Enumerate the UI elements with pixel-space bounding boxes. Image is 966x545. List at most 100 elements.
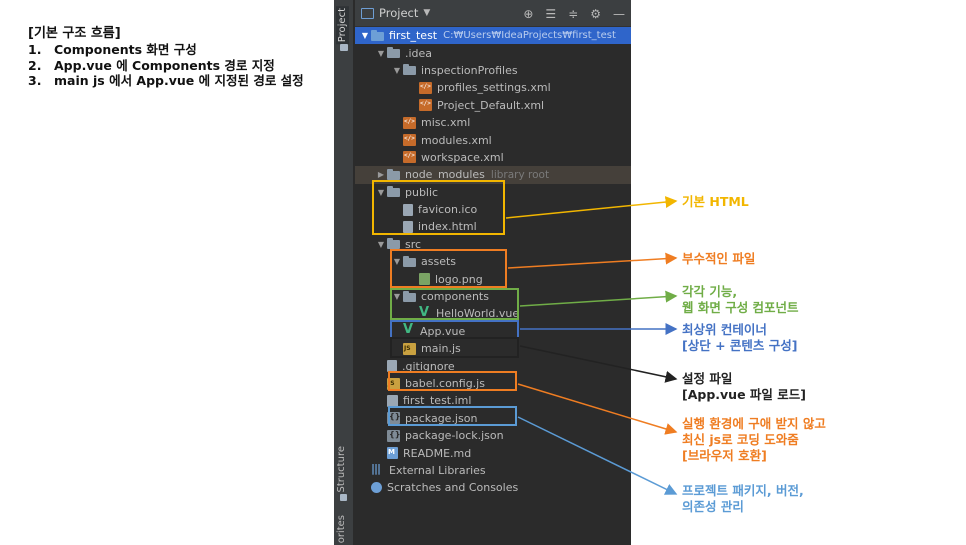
chevron-down-icon[interactable]: ▼ (391, 66, 403, 75)
chevron-right-icon[interactable]: ▶ (375, 170, 387, 179)
tree-row-label: misc.xml (421, 116, 471, 130)
project-path: C:₩Users₩IdeaProjects₩first_test (443, 30, 616, 42)
tree-row[interactable]: ▶ node_modules library root (355, 166, 631, 184)
tree-row[interactable]: Project_Default.xml (355, 97, 631, 114)
tree-row[interactable]: ▼ src (355, 236, 631, 253)
tree-row-label: README.md (403, 446, 472, 460)
vue-file-icon (419, 305, 431, 320)
tree-row[interactable]: package.json (355, 410, 631, 427)
tree-row[interactable]: package-lock.json (355, 427, 631, 444)
annotation-assets: 부수적인 파일 (682, 251, 756, 266)
project-view-icon (361, 7, 374, 19)
annotation-package: 프로젝트 패키지, 버전, 의존성 관리 (682, 483, 804, 514)
tree-row-label: workspace.xml (421, 150, 504, 164)
folder-icon (387, 186, 400, 198)
markdown-file-icon (387, 447, 398, 460)
project-tree: ▼ first_test C:₩Users₩IdeaProjects₩first_t… (355, 27, 631, 497)
structure-icon (340, 494, 347, 501)
structure-tool-tab[interactable]: Structure (336, 446, 347, 493)
notes-item: 2. App.vue 에 Components 경로 지정 (28, 57, 275, 73)
tree-row-label: External Libraries (389, 463, 486, 477)
chevron-down-icon[interactable]: ▼ (375, 188, 387, 197)
tree-row-label: first_test (389, 29, 438, 43)
tree-row-label: public (405, 185, 439, 199)
tree-row[interactable]: ▼ components (355, 288, 631, 305)
folder-icon (403, 64, 416, 76)
tree-row[interactable]: main.js (355, 340, 631, 357)
tree-row-label: node_modules (405, 168, 485, 182)
tree-row[interactable]: babel.config.js (355, 375, 631, 392)
tree-row-label: logo.png (435, 272, 483, 286)
tree-row[interactable]: .gitignore (355, 357, 631, 374)
tree-row[interactable]: misc.xml (355, 114, 631, 131)
tree-row-label: package.json (405, 411, 478, 425)
tree-row-label: inspectionProfiles (421, 63, 518, 77)
chevron-down-icon[interactable]: ▼ (375, 49, 387, 58)
tree-row-label: components (421, 290, 489, 304)
tree-row[interactable]: favicon.ico (355, 201, 631, 218)
xml-file-icon (403, 116, 416, 129)
tree-row[interactable]: README.md (355, 444, 631, 461)
tree-row-label: modules.xml (421, 133, 492, 147)
tree-row[interactable]: External Libraries (355, 462, 631, 479)
tree-row[interactable]: ▼ first_test C:₩Users₩IdeaProjects₩first_t… (355, 27, 631, 45)
annotation-app-vue: 최상위 컨테이너 [상단 + 콘텐츠 구성] (682, 322, 798, 353)
tree-row[interactable]: index.html (355, 218, 631, 235)
folder-icon (403, 290, 416, 302)
chevron-down-icon[interactable]: ▼ (423, 8, 430, 18)
scratches-icon (371, 482, 382, 494)
view-selector[interactable]: Project (379, 6, 418, 20)
json-file-icon (387, 429, 400, 442)
xml-file-icon (403, 151, 416, 164)
project-tool-tab[interactable]: Project (336, 6, 349, 45)
vue-file-icon (403, 322, 415, 337)
xml-file-icon (419, 81, 432, 94)
tree-row[interactable]: first_test.iml (355, 392, 631, 409)
chevron-down-icon[interactable]: ▼ (359, 31, 371, 40)
notes-title: [기본 구조 흐름] (28, 26, 121, 41)
gear-icon[interactable]: ⚙ (590, 7, 601, 21)
tree-row-label: src (405, 237, 422, 251)
tree-row-label: package-lock.json (405, 429, 504, 443)
collapse-all-icon[interactable]: ☰ (545, 7, 556, 21)
ide-project-panel: Project Structure orites Project ▼ ⊕ ☰ ≑… (334, 0, 631, 545)
tree-row[interactable]: ▼ inspectionProfiles (355, 62, 631, 79)
js-file-icon (387, 377, 400, 390)
target-icon[interactable]: ⊕ (523, 7, 533, 21)
tree-row-label: first_test.iml (403, 394, 472, 408)
project-square-icon (340, 44, 348, 51)
tree-row[interactable]: HelloWorld.vue (355, 305, 631, 322)
folder-icon (387, 238, 400, 250)
tree-row[interactable]: logo.png (355, 270, 631, 287)
chevron-down-icon[interactable]: ▼ (391, 292, 403, 301)
gitignore-file-icon (387, 360, 397, 373)
tree-row[interactable]: workspace.xml (355, 149, 631, 166)
tree-row-label: Scratches and Consoles (387, 481, 519, 495)
libraries-icon (371, 462, 384, 476)
chevron-down-icon[interactable]: ▼ (391, 257, 403, 266)
js-file-icon (403, 342, 416, 355)
annotation-main-js: 설정 파일 [App.vue 파일 로드] (682, 371, 806, 402)
xml-file-icon (403, 134, 416, 147)
tree-row[interactable]: App.vue (355, 322, 631, 340)
annotation-public: 기본 HTML (682, 194, 749, 209)
tree-row[interactable]: ▼ assets (355, 253, 631, 270)
tree-row[interactable]: ▼ public (355, 184, 631, 201)
favorites-tool-tab[interactable]: orites (336, 515, 347, 543)
tree-row-label: .idea (405, 46, 433, 60)
minimize-icon[interactable]: — (613, 7, 625, 21)
tree-row[interactable]: profiles_settings.xml (355, 79, 631, 96)
annotation-components: 각각 기능, 웹 화면 구성 컴포넌트 (682, 284, 799, 315)
tree-row[interactable]: modules.xml (355, 131, 631, 148)
expand-all-icon[interactable]: ≑ (568, 7, 578, 21)
project-toolbar: Project ▼ ⊕ ☰ ≑ ⚙ — (355, 0, 631, 27)
folder-icon (387, 47, 400, 59)
tree-row[interactable]: Scratches and Consoles (355, 479, 631, 496)
annotation-babel: 실행 환경에 구애 받지 않고 최신 js로 코딩 도와줌 [브라우저 호환] (682, 416, 826, 463)
tree-row-label: profiles_settings.xml (437, 81, 551, 95)
chevron-down-icon[interactable]: ▼ (375, 240, 387, 249)
tree-row-label: Project_Default.xml (437, 98, 545, 112)
tree-row-label: App.vue (420, 324, 466, 338)
tree-row[interactable]: ▼ .idea (355, 44, 631, 61)
tree-row-label: index.html (418, 220, 477, 234)
